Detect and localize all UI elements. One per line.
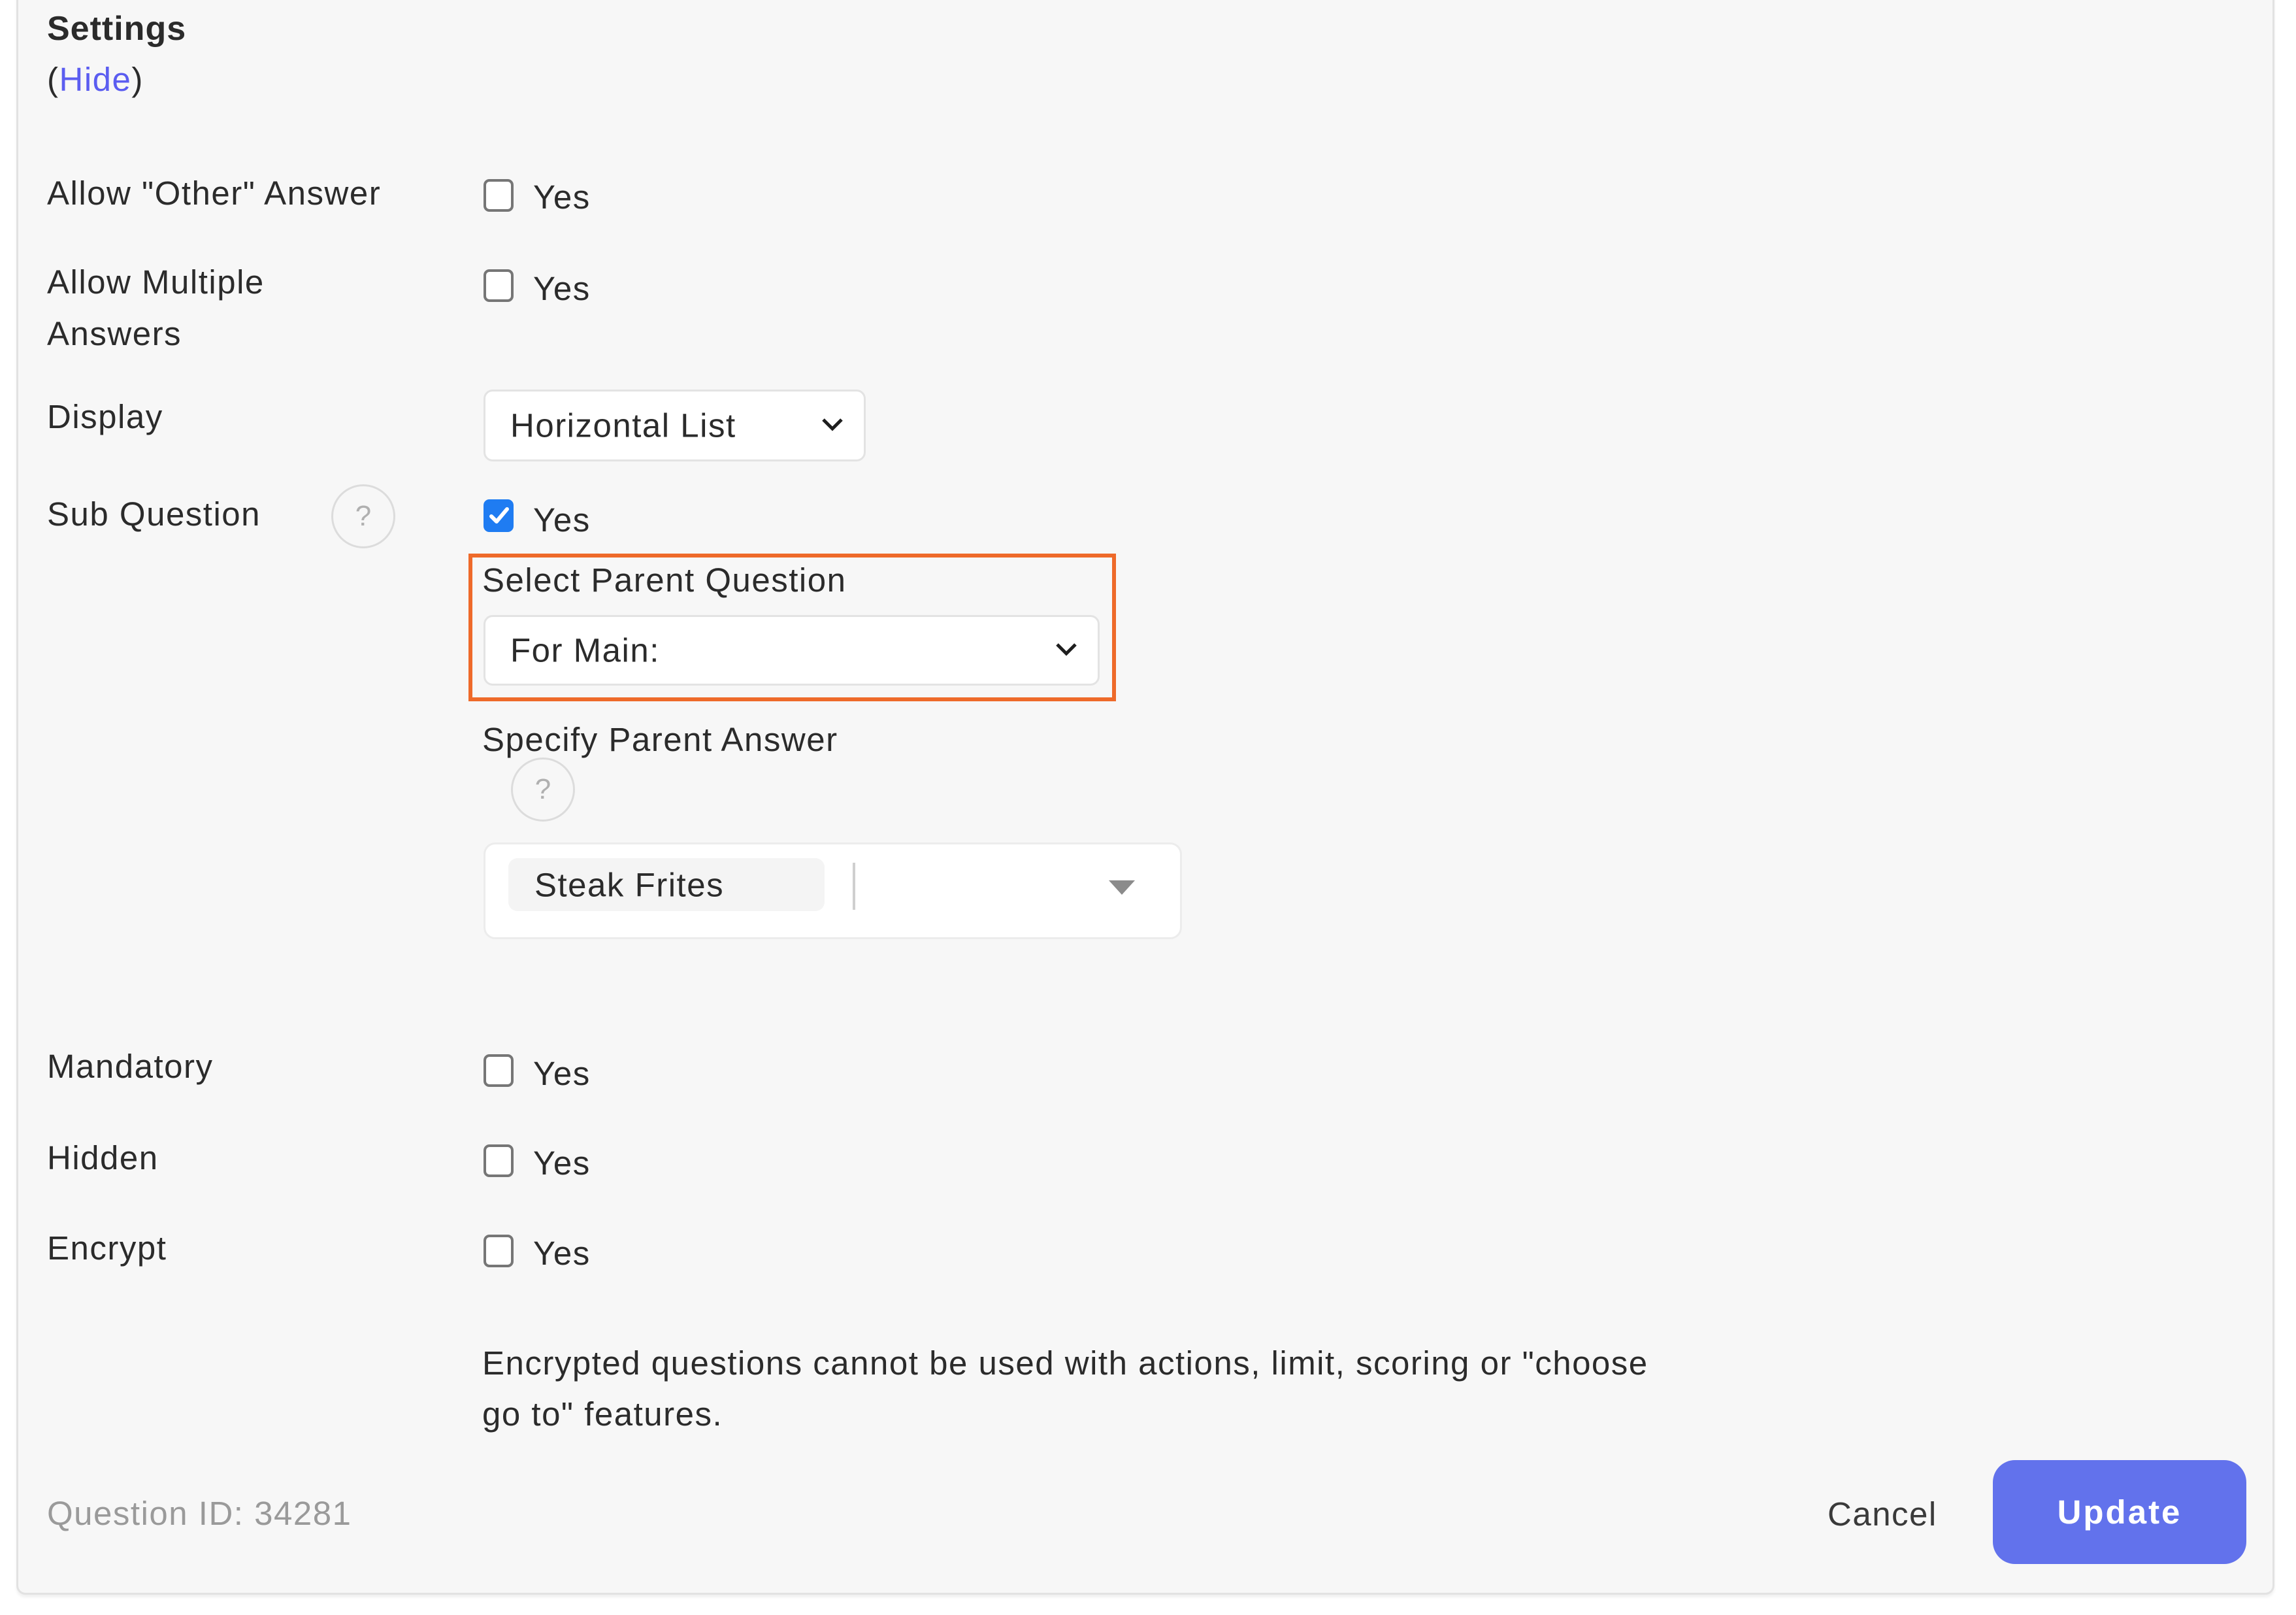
allow-multiple-label-line2: Answers	[47, 315, 182, 352]
sub-question-label: Sub Question	[47, 495, 261, 533]
chevron-down-icon	[1055, 641, 1078, 659]
parent-answer-help-icon[interactable]: ?	[511, 758, 575, 822]
chevron-down-icon	[821, 416, 844, 435]
display-select-value: Horizontal List	[510, 407, 736, 444]
encrypt-note-line1: Encrypted questions cannot be used with …	[482, 1344, 1648, 1382]
settings-title: Settings	[47, 10, 187, 48]
caret-down-icon[interactable]	[1109, 880, 1135, 895]
answer-chip-label: Steak Frites	[534, 866, 725, 903]
answer-chip[interactable]: Steak Frites	[508, 858, 825, 911]
display-label: Display	[47, 398, 163, 435]
hide-link[interactable]: Hide	[59, 61, 131, 98]
mandatory-label: Mandatory	[47, 1048, 214, 1085]
display-select[interactable]: Horizontal List	[484, 390, 866, 461]
allow-multiple-yes-label[interactable]: Yes	[533, 272, 591, 305]
cancel-button[interactable]: Cancel	[1828, 1497, 1937, 1531]
checkmark-icon	[489, 507, 509, 524]
allow-multiple-checkbox[interactable]	[484, 269, 514, 302]
allow-other-label: Allow "Other" Answer	[47, 175, 382, 212]
encrypt-checkbox[interactable]	[484, 1235, 514, 1267]
mandatory-yes-label[interactable]: Yes	[533, 1057, 591, 1090]
hidden-yes-label[interactable]: Yes	[533, 1146, 591, 1180]
allow-multiple-label-line1: Allow Multiple	[47, 263, 265, 301]
multiselect-separator	[853, 863, 855, 910]
encrypt-label: Encrypt	[47, 1229, 167, 1267]
mandatory-checkbox[interactable]	[484, 1054, 514, 1087]
update-button[interactable]: Update	[1993, 1460, 2246, 1564]
allow-other-yes-label[interactable]: Yes	[533, 180, 591, 214]
parent-answer-multiselect[interactable]: Steak Frites	[484, 842, 1182, 939]
question-id: Question ID: 34281	[47, 1495, 352, 1532]
parent-question-select[interactable]: For Main:	[484, 615, 1100, 686]
encrypt-yes-label[interactable]: Yes	[533, 1237, 591, 1270]
sub-question-checkbox[interactable]	[484, 499, 514, 532]
hidden-label: Hidden	[47, 1139, 159, 1176]
select-parent-question-label: Select Parent Question	[482, 561, 847, 599]
encrypt-note-line2: go to" features.	[482, 1395, 723, 1433]
allow-other-checkbox[interactable]	[484, 179, 514, 212]
encrypt-note: Encrypted questions cannot be used with …	[482, 1338, 1887, 1440]
hidden-checkbox[interactable]	[484, 1144, 514, 1177]
sub-question-help-icon[interactable]: ?	[331, 484, 395, 548]
hide-toggle: (Hide)	[47, 63, 144, 96]
specify-parent-answer-label: Specify Parent Answer	[482, 721, 838, 758]
parent-question-select-value: For Main:	[510, 631, 660, 669]
close-paren: )	[131, 61, 144, 98]
open-paren: (	[47, 61, 59, 98]
sub-question-yes-label[interactable]: Yes	[533, 503, 591, 537]
